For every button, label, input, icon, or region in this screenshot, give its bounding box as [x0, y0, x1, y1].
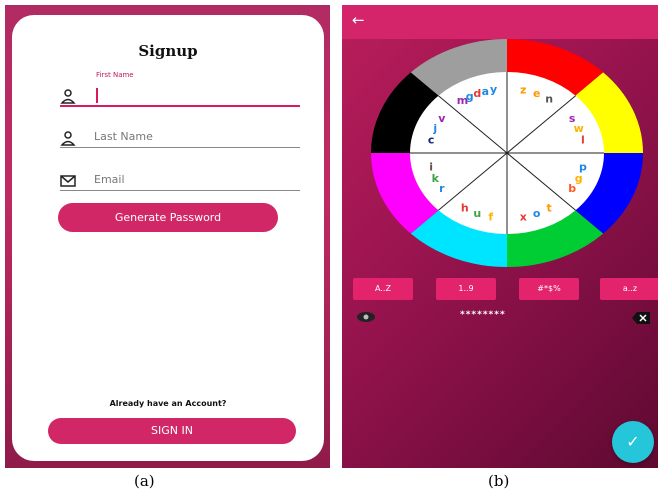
wheel-letter[interactable]: j [432, 122, 437, 135]
wheel-letter[interactable]: a [482, 85, 489, 98]
page-title: Signup [138, 42, 198, 60]
sector-dividers [410, 72, 604, 234]
wheel-letter[interactable]: u [473, 207, 481, 220]
wheel-letter[interactable]: e [533, 87, 540, 100]
last-name-underline [60, 147, 300, 148]
already-have-account-text: Already have an Account? [109, 399, 227, 408]
password-wheel-screen: ← zenswlpgbtoxfuhrkicjvmgday A..Z 1..9 #… [342, 5, 658, 468]
first-name-underline [60, 105, 300, 107]
wheel-letter[interactable]: n [545, 93, 553, 106]
symbols-button[interactable]: #*$% [519, 278, 579, 300]
lowercase-button[interactable]: a..z [600, 278, 658, 300]
caption-b: (b) [488, 472, 510, 490]
sign-in-button[interactable]: SIGN IN [48, 418, 296, 444]
signup-screen: Signup First Name Last Name Email Genera… [5, 5, 330, 468]
wheel-letter[interactable]: y [490, 83, 497, 96]
wheel-letter[interactable]: r [439, 182, 445, 195]
signup-card: Signup First Name Last Name Email Genera… [12, 15, 324, 461]
confirm-check-button[interactable]: ✓ [612, 421, 654, 463]
person-icon [60, 131, 76, 146]
caption-a: (a) [134, 472, 155, 490]
wheel-letter[interactable]: k [432, 172, 440, 185]
wheel-letter[interactable]: h [461, 201, 469, 214]
first-name-floating-label: First Name [96, 71, 134, 79]
person-icon [60, 89, 76, 104]
backspace-icon[interactable] [632, 312, 650, 324]
text-caret [96, 88, 98, 103]
wheel-letter[interactable]: z [520, 84, 526, 97]
last-name-placeholder: Last Name [94, 130, 153, 143]
wheel-letter[interactable]: x [520, 210, 527, 223]
email-underline [60, 190, 300, 191]
wheel-letter[interactable]: f [488, 210, 493, 223]
masked-password: ******** [460, 310, 506, 320]
color-letter-wheel[interactable]: z e nswlpgbtoxfuhrkicjvmg d a y [342, 5, 658, 275]
wheel-letter[interactable]: i [429, 161, 433, 174]
digits-button[interactable]: 1..9 [436, 278, 496, 300]
wheel-letter[interactable]: v [438, 112, 446, 125]
wheel-letter[interactable]: c [428, 133, 435, 146]
email-placeholder: Email [94, 173, 125, 186]
check-icon: ✓ [626, 432, 640, 451]
mail-icon [60, 175, 76, 187]
generate-password-button[interactable]: Generate Password [58, 203, 278, 232]
wheel-letter[interactable]: l [581, 133, 585, 146]
uppercase-button[interactable]: A..Z [353, 278, 413, 300]
wheel-letter[interactable]: d [473, 87, 481, 100]
wheel-letter[interactable]: b [568, 182, 576, 195]
eye-icon[interactable] [356, 311, 376, 323]
wheel-letter[interactable]: o [533, 207, 541, 220]
wheel-letter[interactable]: t [547, 201, 552, 214]
